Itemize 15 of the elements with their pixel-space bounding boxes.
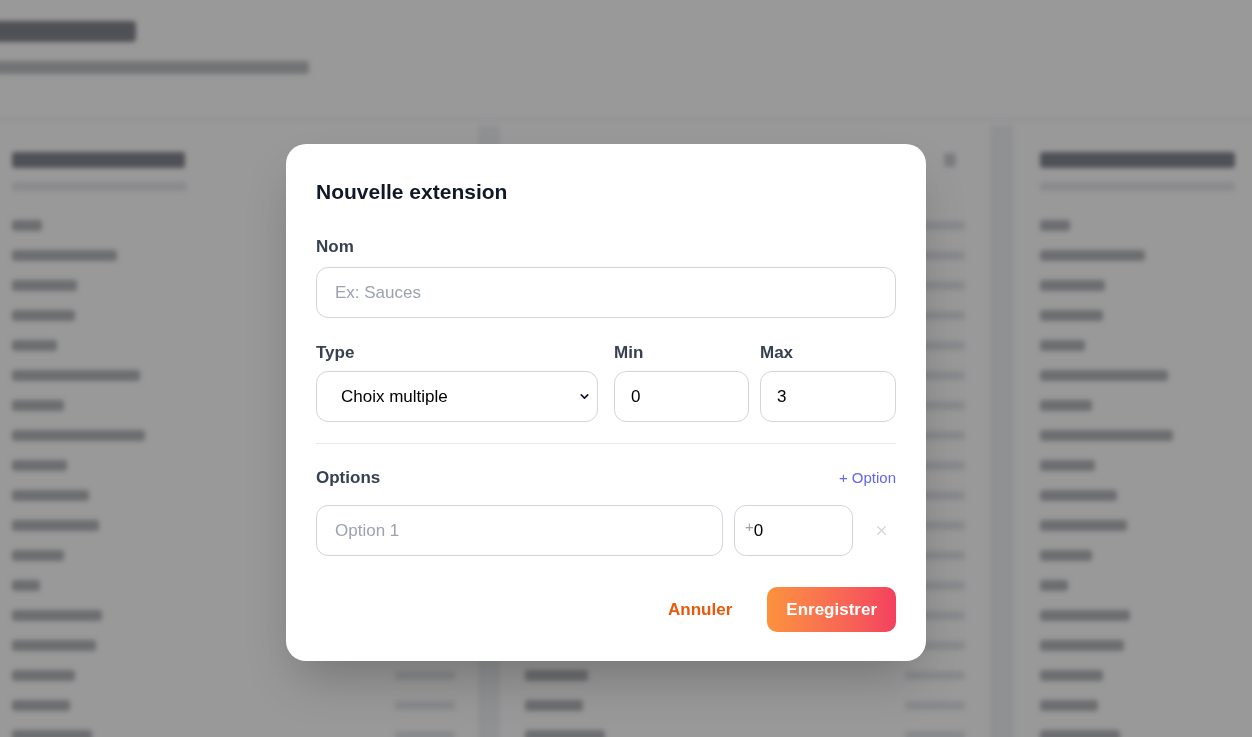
field-label: Type	[316, 342, 355, 364]
max-input[interactable]: 3	[760, 371, 896, 422]
x-icon	[874, 523, 889, 538]
dialog-title: Nouvelle extension	[316, 179, 508, 205]
type-select[interactable]: Choix multiple	[316, 371, 598, 422]
add-option-link[interactable]: + Option	[838, 468, 896, 488]
min-input[interactable]: 0	[614, 371, 749, 422]
name-input[interactable]: Ex: Sauces	[316, 267, 896, 318]
field-label: Min	[614, 342, 644, 364]
option-name-input[interactable]: Option 1	[316, 505, 723, 556]
price-input[interactable]: +0	[734, 505, 853, 556]
cancel-button[interactable]: Annuler	[652, 588, 749, 631]
section-label: Options	[316, 467, 381, 489]
field-label: Nom	[316, 236, 354, 258]
field-label: Max	[760, 342, 794, 364]
